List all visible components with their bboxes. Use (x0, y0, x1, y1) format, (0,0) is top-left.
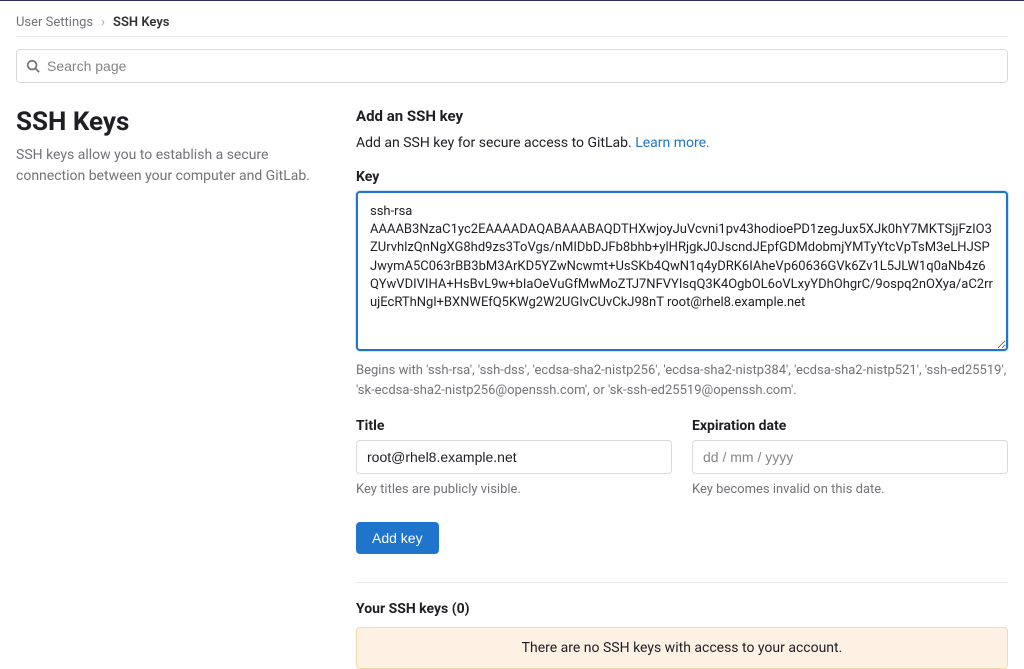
add-key-description: Add an SSH key for secure access to GitL… (356, 135, 1008, 151)
search-container (16, 49, 1008, 83)
key-textarea[interactable]: ssh-rsa AAAAB3NzaC1yc2EAAAADAQABAAABAQDT… (356, 191, 1008, 351)
add-key-button[interactable]: Add key (356, 522, 439, 554)
learn-more-link[interactable]: Learn more. (635, 135, 710, 151)
empty-keys-message: There are no SSH keys with access to you… (356, 627, 1008, 669)
breadcrumb: User Settings › SSH Keys (16, 9, 1008, 37)
search-icon (26, 59, 40, 73)
chevron-right-icon: › (101, 15, 105, 30)
title-helper-text: Key titles are publicly visible. (356, 480, 672, 500)
title-expiration-row: Title Key titles are publicly visible. E… (356, 418, 1008, 500)
title-field-label: Title (356, 418, 672, 434)
your-keys-heading: Your SSH keys (0) (356, 601, 1008, 617)
top-divider (0, 0, 1024, 1)
key-helper-text: Begins with 'ssh-rsa', 'ssh-dss', 'ecdsa… (356, 361, 1008, 400)
expiration-helper-text: Key becomes invalid on this date. (692, 480, 1008, 500)
expiration-input[interactable] (692, 440, 1008, 474)
page-description: SSH keys allow you to establish a secure… (16, 145, 316, 187)
title-column: Title Key titles are publicly visible. (356, 418, 672, 500)
left-column: SSH Keys SSH keys allow you to establish… (16, 107, 316, 669)
search-input[interactable] (16, 49, 1008, 83)
expiration-field-label: Expiration date (692, 418, 1008, 434)
breadcrumb-current: SSH Keys (113, 15, 169, 30)
breadcrumb-parent[interactable]: User Settings (16, 15, 93, 30)
add-key-desc-text: Add an SSH key for secure access to GitL… (356, 135, 635, 151)
right-column: Add an SSH key Add an SSH key for secure… (356, 107, 1008, 669)
title-input[interactable] (356, 440, 672, 474)
add-key-title: Add an SSH key (356, 107, 1008, 125)
section-divider (356, 582, 1008, 583)
page-title: SSH Keys (16, 107, 316, 137)
main-layout: SSH Keys SSH keys allow you to establish… (16, 107, 1008, 669)
key-field-label: Key (356, 169, 1008, 185)
expiration-column: Expiration date Key becomes invalid on t… (692, 418, 1008, 500)
